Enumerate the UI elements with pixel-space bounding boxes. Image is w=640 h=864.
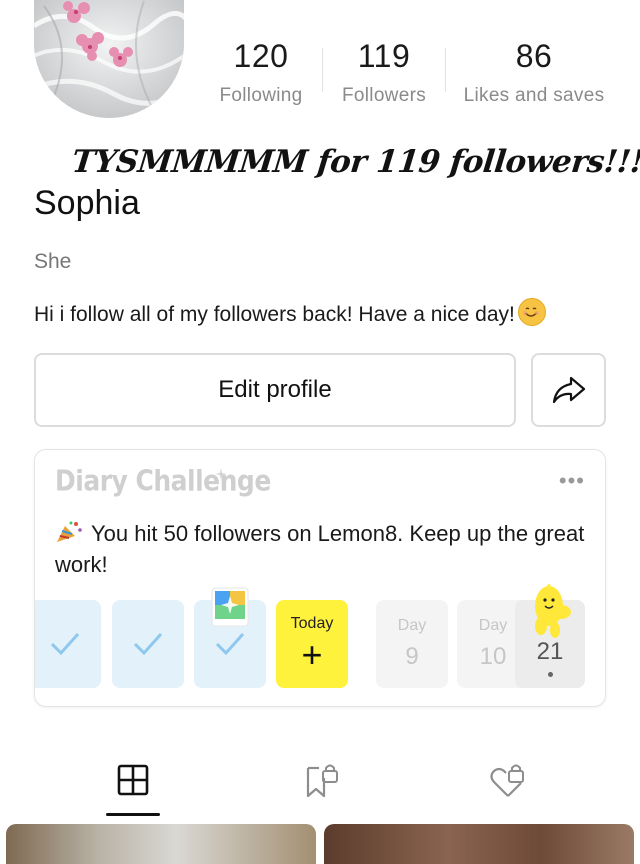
sticker-icon <box>211 587 249 627</box>
diary-message-text: You hit 50 followers on Lemon8. Keep up … <box>55 521 585 577</box>
smile-emoji-icon <box>517 298 546 326</box>
profile-pronoun: She <box>34 250 72 273</box>
sparkle-icon <box>215 468 227 480</box>
day-label: Day <box>397 617 427 634</box>
share-icon <box>552 376 585 404</box>
day-number: 10 <box>479 643 507 670</box>
check-icon <box>50 632 80 656</box>
party-popper-icon <box>57 521 82 542</box>
likes-label: Likes and saves <box>463 85 605 106</box>
check-icon <box>133 632 163 656</box>
stat-followers[interactable]: 119 Followers <box>334 38 434 107</box>
bio-text: Hi i follow all of my followers back! Ha… <box>34 303 515 326</box>
post-thumbnail[interactable] <box>6 824 316 864</box>
indicator-dot <box>547 671 553 677</box>
stat-following[interactable]: 120 Following <box>210 38 312 107</box>
following-count: 120 <box>233 38 289 74</box>
heart-lock-icon[interactable] <box>488 763 528 799</box>
edit-profile-button[interactable]: Edit profile <box>34 353 516 427</box>
day-label: Day <box>478 617 508 634</box>
following-label: Following <box>219 85 303 106</box>
share-button[interactable] <box>531 353 606 427</box>
day-tile-completed[interactable] <box>112 600 184 688</box>
today-label: Today <box>290 615 334 632</box>
day-number: 9 <box>405 643 419 670</box>
day-tile-future[interactable]: Day 9 <box>376 600 448 688</box>
profile-bio: Hi i follow all of my followers back! Ha… <box>34 298 546 327</box>
day-tile-completed[interactable] <box>35 600 101 688</box>
profile-name: Sophia <box>34 184 140 222</box>
avatar[interactable] <box>34 0 184 118</box>
check-icon <box>215 632 245 656</box>
followers-label: Followers <box>342 85 426 106</box>
stat-divider <box>445 48 446 92</box>
post-thumbnail[interactable] <box>324 824 634 864</box>
bookmark-lock-icon[interactable] <box>302 763 342 799</box>
stat-likes-saves[interactable]: 86 Likes and saves <box>458 38 610 107</box>
lemon-mascot-icon <box>535 584 571 638</box>
active-tab-indicator <box>106 813 160 816</box>
day-tile-today[interactable]: Today + <box>276 600 348 688</box>
diary-challenge-title: Diary Challenge <box>55 463 271 498</box>
followers-count: 119 <box>357 38 411 74</box>
diary-challenge-card[interactable]: Diary Challenge ••• You hit 50 followers… <box>34 449 606 707</box>
overlay-caption: TYSMMMMM for 119 followers!!!! <box>70 144 640 180</box>
diary-message: You hit 50 followers on Lemon8. Keep up … <box>55 518 585 580</box>
grid-icon[interactable] <box>116 763 150 797</box>
stat-divider <box>322 48 323 92</box>
more-options-button[interactable]: ••• <box>559 468 585 494</box>
add-entry-icon: + <box>301 634 323 675</box>
likes-count: 86 <box>515 38 553 74</box>
